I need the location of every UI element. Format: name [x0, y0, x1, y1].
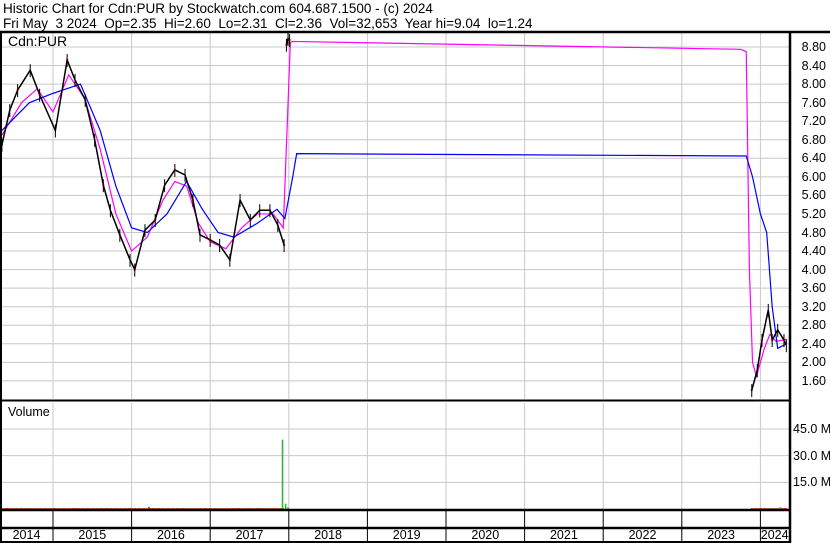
price-axis-label: 8.80 [801, 40, 826, 54]
chart-marks [0, 32, 788, 509]
price-axis-label: 8.40 [801, 58, 826, 73]
price-axis-label: 2.80 [801, 318, 826, 333]
price-axis-label: 7.20 [801, 114, 826, 129]
price-line [1, 57, 285, 272]
year-label: 2019 [392, 528, 421, 542]
year-label: 2014 [12, 528, 41, 542]
price-axis-label: 2.40 [801, 336, 826, 351]
symbol-label: Cdn:PUR [8, 33, 68, 49]
price-axis-label: 8.00 [801, 77, 826, 92]
volume-axis-label: 30.0 M [793, 448, 830, 463]
year-label: 2020 [471, 528, 500, 542]
price-axis-label: 7.60 [801, 95, 826, 110]
year-label: 2017 [235, 528, 264, 542]
year-label: 2021 [549, 528, 578, 542]
volume-axis-label: 15.0 M [793, 475, 830, 490]
price-axis-label: 1.60 [801, 373, 826, 388]
stock-chart [0, 30, 830, 543]
price-axis-label: 4.00 [801, 262, 826, 277]
year-label: 2018 [314, 528, 342, 542]
price-axis-label: 5.60 [801, 188, 826, 203]
price-axis-label: 5.20 [801, 206, 826, 221]
short-moving-average-line [1, 40, 787, 379]
year-label: 2024 [760, 528, 789, 542]
price-axis-label: 3.20 [801, 299, 826, 314]
volume-axis-label: 45.0 M [793, 422, 830, 436]
chart-frame [0, 30, 830, 543]
gridlines [0, 33, 789, 509]
price-axis-label: 3.60 [801, 281, 826, 296]
long-moving-average-line [1, 83, 787, 350]
price-axis-label: 6.80 [801, 132, 826, 147]
price-axis-label: 2.00 [801, 355, 826, 370]
year-label: 2023 [707, 528, 735, 542]
price-axis-label: 6.00 [801, 169, 826, 184]
price-line [751, 309, 788, 391]
year-label: 2016 [156, 528, 185, 542]
price-axis-label: 6.40 [801, 151, 826, 166]
price-axis-label: 4.40 [801, 244, 826, 259]
year-label: 2015 [78, 528, 107, 542]
volume-label: Volume [8, 405, 50, 419]
price-axis-label: 4.80 [801, 225, 826, 240]
year-label: 2022 [628, 528, 657, 542]
